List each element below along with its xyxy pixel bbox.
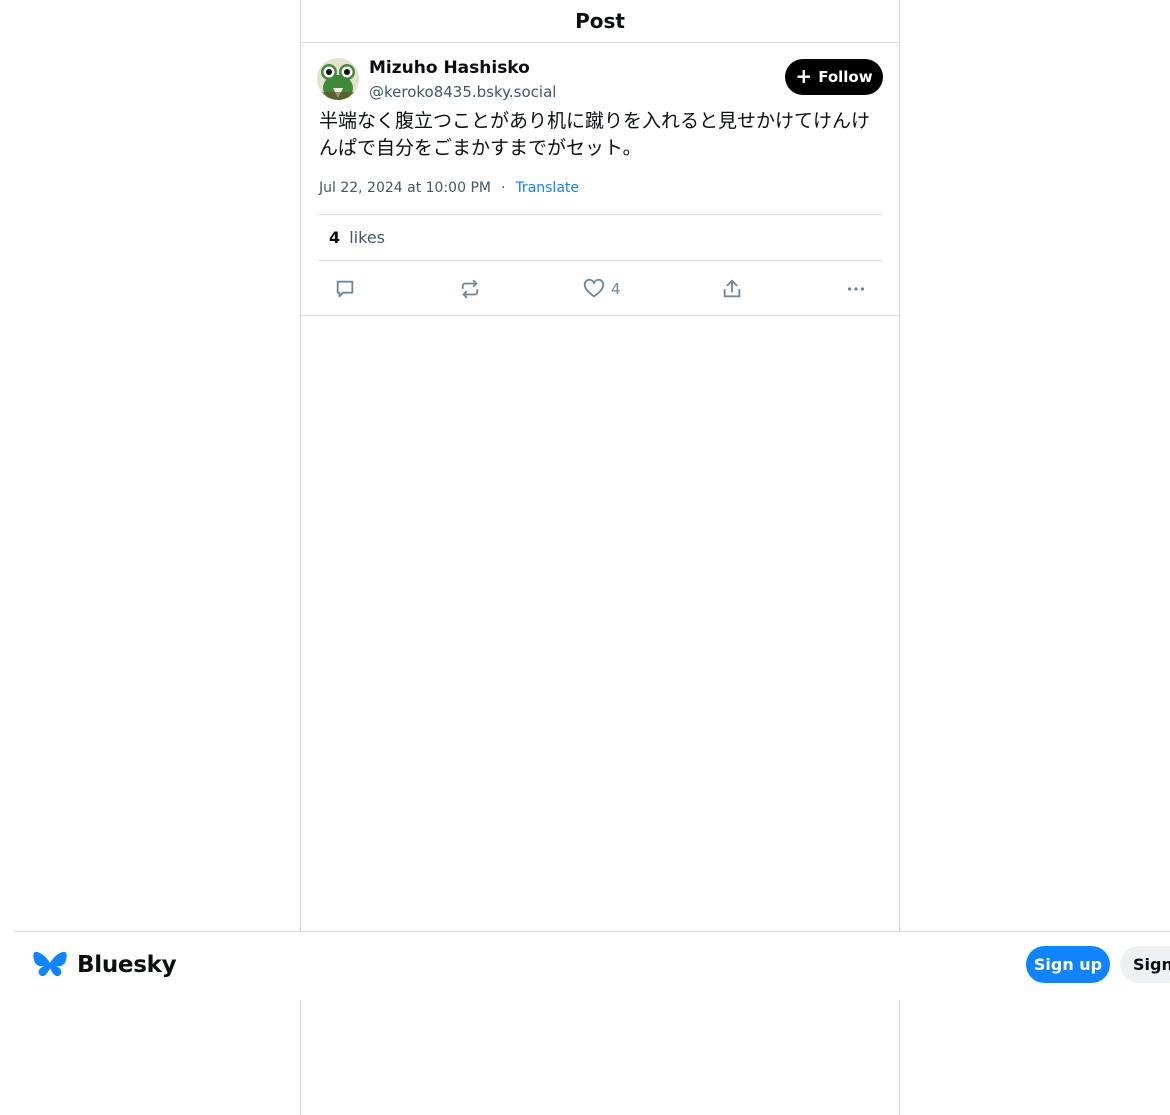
likes-count: 4 (329, 228, 341, 247)
header: Post (301, 0, 899, 43)
author-name[interactable]: Mizuho Hashisko (369, 58, 530, 78)
like-button[interactable]: 4 (583, 276, 621, 302)
reply-icon (336, 280, 354, 298)
butterfly-icon (33, 951, 67, 977)
frog-avatar-icon (317, 58, 359, 100)
sign-in-button[interactable]: Sign (1120, 946, 1170, 983)
page-title: Post (575, 9, 625, 33)
bluesky-logo[interactable]: Bluesky (33, 950, 177, 980)
follow-button[interactable]: + Follow (785, 59, 883, 95)
share-button[interactable] (721, 276, 743, 302)
repost-button[interactable] (459, 276, 481, 302)
likes-row[interactable]: 4 likes (329, 228, 385, 247)
likes-label: likes (349, 228, 385, 247)
avatar[interactable] (317, 58, 359, 100)
like-count: 4 (611, 280, 621, 298)
reply-button[interactable] (334, 276, 356, 302)
meta-separator: · (500, 180, 506, 196)
divider (319, 214, 882, 215)
divider (319, 260, 882, 261)
logo-text: Bluesky (77, 952, 177, 978)
heart-icon (583, 278, 605, 298)
bottom-bar: Bluesky Sign up Sign (14, 931, 1170, 1000)
more-button[interactable] (845, 276, 867, 302)
sign-up-button[interactable]: Sign up (1026, 946, 1110, 983)
translate-link[interactable]: Translate (515, 180, 579, 196)
follow-label: Follow (818, 68, 873, 86)
post-timestamp: Jul 22, 2024 at 10:00 PM (319, 180, 491, 196)
more-icon (847, 287, 865, 291)
author-handle[interactable]: @keroko8435.bsky.social (369, 83, 556, 101)
divider (301, 315, 899, 316)
repost-icon (461, 279, 479, 299)
post-text: 半端なく腹立つことがあり机に蹴りを入れると見せかけてけんけんぱで自分をごまかすま… (319, 110, 871, 159)
plus-icon: + (795, 63, 813, 88)
post-meta: Jul 22, 2024 at 10:00 PM · Translate (319, 180, 579, 196)
share-icon (723, 279, 741, 298)
page: Post Mizuho Hashisko @keroko8435.bsky.so… (0, 0, 1170, 1115)
